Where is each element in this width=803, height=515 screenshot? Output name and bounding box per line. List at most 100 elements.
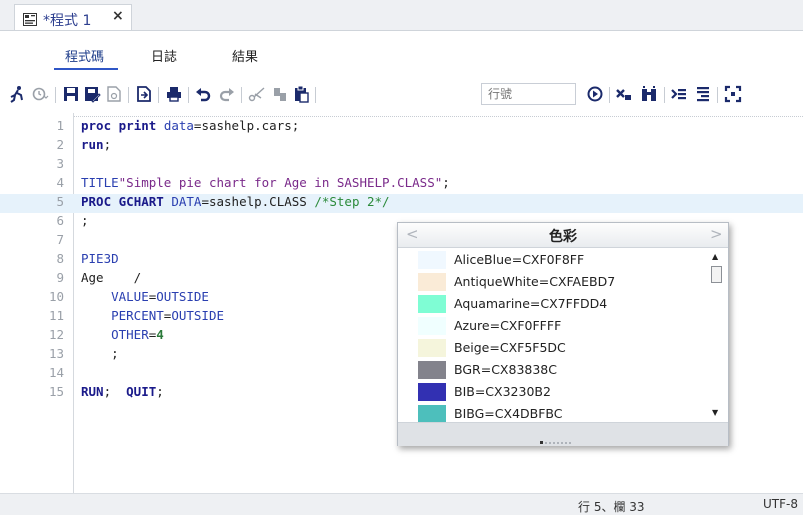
scroll-thumb[interactable]	[711, 266, 722, 283]
print-preview-icon[interactable]	[105, 85, 123, 103]
color-list-scrollbar[interactable]: ▲ ▼	[708, 248, 725, 422]
color-picker-header: < 色彩 >	[398, 223, 728, 248]
color-swatch	[418, 361, 446, 379]
undo-icon[interactable]	[194, 85, 212, 103]
line-number: 14	[48, 365, 64, 380]
code-line[interactable]: 2 run;	[0, 137, 803, 156]
line-number: 4	[56, 175, 64, 190]
print-icon[interactable]	[165, 85, 183, 103]
code-token: Age /	[81, 270, 142, 285]
code-token: OTHER	[111, 327, 149, 342]
toolbar-separator	[609, 87, 610, 103]
color-picker-footer	[398, 422, 728, 446]
clear-icon[interactable]	[615, 85, 633, 103]
tab-log[interactable]: 日誌	[151, 46, 177, 65]
code-token: ;	[81, 346, 119, 361]
code-text: Age /	[81, 270, 141, 285]
line-number: 7	[56, 232, 64, 247]
color-swatch	[418, 317, 446, 335]
format-icon[interactable]	[640, 85, 658, 103]
line-number: 5	[56, 194, 64, 209]
export-icon[interactable]	[135, 85, 153, 103]
code-line[interactable]: 1 proc print data=sashelp.cars;	[0, 118, 803, 137]
code-text: run;	[81, 137, 111, 152]
line-number: 8	[56, 251, 64, 266]
code-token: QUIT	[126, 384, 157, 399]
editor-top-border	[74, 116, 803, 117]
run-icon[interactable]	[8, 85, 26, 103]
code-token: /*Step 2*/	[314, 194, 390, 209]
next-page-icon[interactable]: >	[710, 225, 723, 243]
outline-icon[interactable]	[694, 85, 712, 103]
file-encoding: UTF-8	[763, 497, 798, 511]
code-text: TITLE"Simple pie chart for Age in SASHEL…	[81, 175, 450, 190]
toolbar-separator	[188, 87, 189, 103]
line-number: 1	[56, 118, 64, 133]
save-as-icon[interactable]	[83, 85, 101, 103]
line-number: 12	[48, 327, 64, 342]
color-list-item[interactable]: AntiqueWhite=CXFAEBD7	[398, 270, 708, 292]
color-list-item[interactable]: BGR=CX83838C	[398, 358, 708, 380]
code-token: RUN	[81, 384, 104, 399]
color-name: BIBG=CX4DBFBC	[454, 406, 563, 421]
cut-icon[interactable]	[248, 85, 266, 103]
color-name: BGR=CX83838C	[454, 362, 557, 377]
code-text: PROC GCHART DATA=sashelp.CLASS /*Step 2*…	[81, 194, 390, 209]
code-text: ;	[81, 213, 89, 228]
code-text: proc print data=sashelp.cars;	[81, 118, 299, 133]
code-token: =sashelp.cars;	[193, 118, 300, 133]
toolbar-separator	[128, 87, 129, 103]
paste-icon[interactable]	[292, 85, 310, 103]
color-swatch	[418, 273, 446, 291]
code-token: print	[118, 118, 157, 133]
color-list-item[interactable]: Aquamarine=CX7FFDD4	[398, 292, 708, 314]
line-number: 3	[56, 156, 64, 171]
history-icon[interactable]	[31, 85, 49, 103]
line-number: 13	[48, 346, 64, 361]
code-token: run	[81, 137, 104, 152]
copy-icon[interactable]	[271, 85, 289, 103]
color-list-item[interactable]: Beige=CXF5F5DC	[398, 336, 708, 358]
color-list[interactable]: AliceBlue=CXF0F8FF AntiqueWhite=CXFAEBD7 A…	[398, 248, 708, 422]
color-picker-title: 色彩	[549, 229, 577, 245]
code-token: OUTSIDE	[156, 289, 209, 304]
code-token: ;	[81, 213, 89, 228]
code-line[interactable]: 4 TITLE"Simple pie chart for Age in SASHE…	[0, 175, 803, 194]
save-icon[interactable]	[62, 85, 80, 103]
code-token: TITLE	[81, 175, 119, 190]
scroll-up-icon[interactable]: ▲	[712, 252, 718, 261]
code-token: GCHART	[118, 194, 164, 209]
document-tab[interactable]: *程式 1 ×	[14, 4, 132, 30]
color-picker-popup[interactable]: < 色彩 > AliceBlue=CXF0F8FF AntiqueWhite=CX…	[397, 222, 729, 446]
color-list-item[interactable]: Azure=CXF0FFFF	[398, 314, 708, 336]
document-tab-bar: *程式 1 ×	[0, 0, 803, 31]
code-text: OTHER=4	[81, 327, 164, 342]
submit-selection-icon[interactable]	[670, 85, 688, 103]
tab-code[interactable]: 程式碼	[65, 46, 104, 65]
color-list-item[interactable]: BIB=CX3230B2	[398, 380, 708, 402]
line-number: 6	[56, 213, 64, 228]
color-swatch	[418, 405, 446, 422]
document-tab-title: *程式 1	[43, 13, 92, 29]
tab-results[interactable]: 結果	[232, 46, 258, 65]
line-number: 9	[56, 270, 64, 285]
scroll-down-icon[interactable]: ▼	[712, 408, 718, 417]
code-line[interactable]: 5 PROC GCHART DATA=sashelp.CLASS /*Step 2…	[0, 194, 803, 213]
code-text: RUN; QUIT;	[81, 384, 164, 399]
redo-icon[interactable]	[218, 85, 236, 103]
maximize-icon[interactable]	[724, 85, 742, 103]
color-list-item[interactable]: AliceBlue=CXF0F8FF	[398, 248, 708, 270]
code-token: PERCENT	[111, 308, 164, 323]
go-to-line-icon[interactable]	[586, 85, 604, 103]
close-tab-icon[interactable]: ×	[112, 8, 124, 24]
code-line[interactable]: 3	[0, 156, 803, 175]
color-list-item[interactable]: BIBG=CX4DBFBC	[398, 402, 708, 422]
color-swatch	[418, 383, 446, 401]
line-number-input[interactable]	[481, 83, 576, 105]
color-swatch	[418, 251, 446, 269]
code-token: DATA	[171, 194, 202, 209]
